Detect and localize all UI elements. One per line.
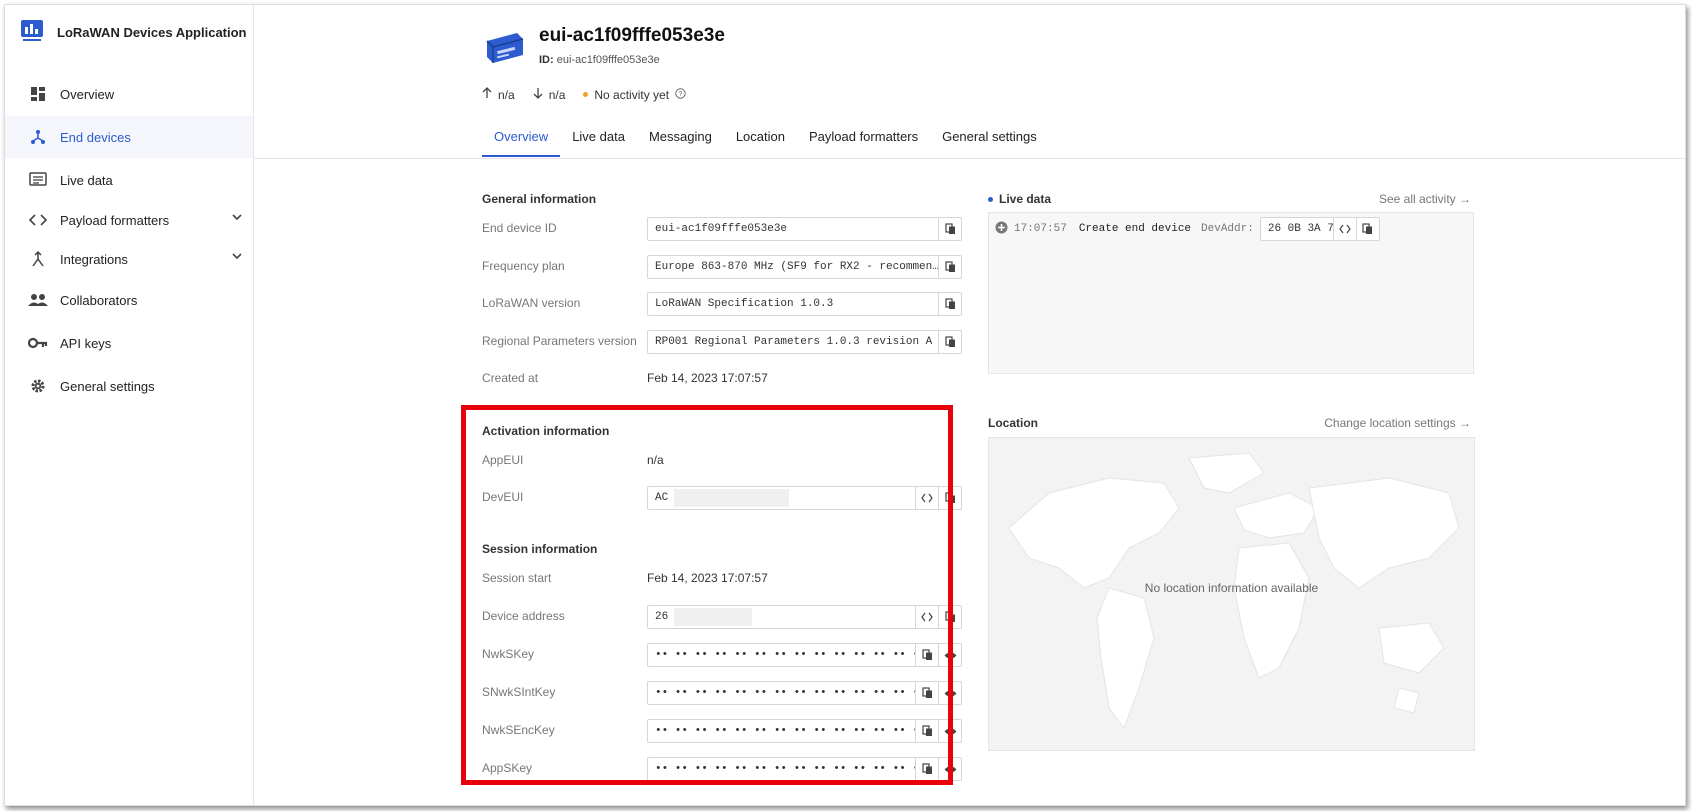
activity-status-dot [583,92,589,97]
uplink-count: n/a [498,87,515,102]
dashboard-icon [27,83,49,105]
tab-payload-formatters[interactable]: Payload formatters [797,117,930,155]
sidebar-item-label: Integrations [60,251,128,267]
location-title: Location [988,416,1038,430]
frequency-plan-label: Frequency plan [482,259,565,273]
sidebar-item-payload-formatters[interactable]: Payload formatters [5,199,253,241]
device-id-value: eui-ac1f09fffe053e3e [556,54,660,66]
chevron-down-icon[interactable] [231,250,243,265]
sidebar-item-overview[interactable]: Overview [5,73,253,115]
device-id-label: ID: [539,54,554,66]
see-all-activity-link[interactable]: See all activity → [1379,192,1471,206]
tab-location[interactable]: Location [724,117,797,155]
key-icon [27,332,49,354]
app-title: LoRaWAN Devices Application [57,25,247,40]
code-toggle-icon[interactable] [1332,218,1356,240]
created-at-label: Created at [482,371,539,385]
tab-live-data[interactable]: Live data [560,117,637,155]
copy-icon[interactable] [938,331,961,353]
regional-params-label: Regional Parameters version [482,334,637,348]
sidebar-item-label: Collaborators [60,292,138,308]
highlight-box [461,405,953,785]
end-device-id-field: eui-ac1f09fffe053e3e [647,217,962,241]
live-event-row[interactable]: 17:07:57 Create end device DevAddr: 26 0… [995,217,1380,241]
event-text: Create end device [1078,223,1192,235]
created-at-value: Feb 14, 2023 17:07:57 [647,371,768,385]
frequency-plan-field: Europe 863-870 MHz (SF9 for RX2 - recomm… [647,255,962,279]
sidebar-item-collaborators[interactable]: Collaborators [5,279,253,321]
people-icon [27,289,49,311]
app-window: LoRaWAN Devices Application Overview End… [4,4,1686,806]
event-devaddr-value[interactable]: 26 0B 3A 7F [1261,218,1333,240]
regional-params-value[interactable]: RP001 Regional Parameters 1.0.3 revision… [648,331,938,353]
event-devaddr-field: 26 0B 3A 7F [1259,217,1380,241]
copy-icon[interactable] [938,218,961,240]
no-location-message: No location information available [1144,581,1319,595]
tab-messaging[interactable]: Messaging [637,117,724,155]
list-icon [27,169,49,191]
copy-icon[interactable] [1355,218,1379,240]
sidebar-item-api-keys[interactable]: API keys [5,322,253,364]
sidebar-item-general-settings[interactable]: General settings [5,365,253,407]
device-tabs: Overview Live data Messaging Location Pa… [482,117,1049,157]
integrations-icon [27,248,49,270]
location-map[interactable]: No location information available [988,437,1475,751]
sidebar-item-label: End devices [60,129,131,145]
lorawan-version-field: LoRaWAN Specification 1.0.3 [647,292,962,316]
downlink-count: n/a [548,87,566,102]
gear-icon [27,375,49,397]
end-device-id-label: End device ID [482,221,557,235]
chevron-down-icon[interactable] [231,211,243,226]
general-info-title: General information [482,192,597,206]
sidebar-item-label: Live data [60,172,113,188]
devices-icon [27,126,49,148]
uplink-arrow-icon [482,87,492,102]
end-device-id-value[interactable]: eui-ac1f09fffe053e3e [648,218,938,240]
device-title: eui-ac1f09fffe053e3e [539,25,725,46]
live-data-panel: 17:07:57 Create end device DevAddr: 26 0… [988,212,1474,374]
sidebar-item-label: General settings [60,378,155,394]
live-data-header: Live data [988,192,1051,206]
sidebar-item-integrations[interactable]: Integrations [5,238,253,280]
app-header[interactable]: LoRaWAN Devices Application [19,17,247,48]
device-stats: n/a n/a No activity yet ? [482,87,686,102]
live-indicator-dot [988,196,993,202]
event-time: 17:07:57 [1014,223,1067,235]
code-icon [27,209,49,231]
app-logo-icon [19,17,45,48]
live-data-title: Live data [999,192,1052,206]
lorawan-version-label: LoRaWAN version [482,296,581,310]
downlink-arrow-icon [533,87,543,102]
add-circle-icon [995,221,1008,237]
device-icon [483,29,527,72]
sidebar-item-label: API keys [60,335,112,351]
sidebar-item-label: Overview [60,86,115,102]
tab-general-settings[interactable]: General settings [930,117,1049,155]
sidebar-item-end-devices[interactable]: End devices [5,116,253,158]
help-icon[interactable]: ? [675,87,686,102]
copy-icon[interactable] [938,293,961,315]
sidebar-item-live-data[interactable]: Live data [5,159,253,201]
copy-icon[interactable] [938,256,961,278]
lorawan-version-value[interactable]: LoRaWAN Specification 1.0.3 [648,293,938,315]
change-location-link[interactable]: Change location settings → [1324,416,1471,430]
frequency-plan-value[interactable]: Europe 863-870 MHz (SF9 for RX2 - recomm… [648,256,938,278]
sidebar-item-label: Payload formatters [60,212,170,228]
event-devaddr-label: DevAddr: [1201,223,1254,235]
regional-params-field: RP001 Regional Parameters 1.0.3 revision… [647,330,962,354]
activity-status: No activity yet [594,87,670,102]
device-id: ID: eui-ac1f09fffe053e3e [539,54,660,66]
sidebar: LoRaWAN Devices Application Overview End… [5,5,254,805]
tab-overview[interactable]: Overview [482,117,561,157]
tabs-divider [254,158,1685,159]
svg-text:?: ? [679,91,683,98]
